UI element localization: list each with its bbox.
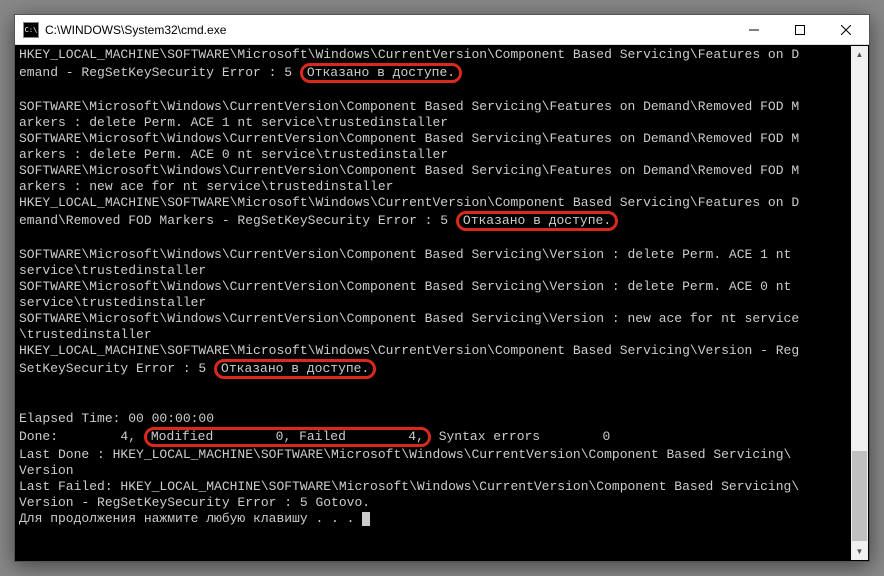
scroll-track[interactable] (851, 63, 868, 543)
scroll-thumb[interactable] (852, 451, 867, 541)
console-line: arkers : delete Perm. ACE 0 nt service\t… (19, 147, 448, 162)
last-done: Last Done : HKEY_LOCAL_MACHINE\SOFTWARE\… (19, 447, 791, 462)
console-line: service\trustedinstaller (19, 263, 206, 278)
stats-highlight: Modified 0, Failed 4, (144, 427, 431, 447)
cmd-icon (23, 22, 39, 38)
minimize-button[interactable] (731, 15, 777, 44)
maximize-button[interactable] (777, 15, 823, 44)
console-line: SOFTWARE\Microsoft\Windows\CurrentVersio… (19, 131, 799, 146)
syntax-errors: Syntax errors 0 (431, 429, 610, 444)
window-controls (731, 15, 869, 44)
cursor (362, 512, 370, 526)
console-line: emand - RegSetKeySecurity Error : 5 (19, 65, 292, 80)
last-done: Version (19, 463, 74, 478)
console-line: HKEY_LOCAL_MACHINE\SOFTWARE\Microsoft\Wi… (19, 47, 799, 62)
console-line: SOFTWARE\Microsoft\Windows\CurrentVersio… (19, 163, 799, 178)
press-any-key: Для продолжения нажмите любую клавишу . … (19, 511, 362, 526)
error-highlight: Отказано в доступе. (214, 359, 376, 379)
error-highlight: Отказано в доступе. (456, 211, 618, 231)
console-line: SOFTWARE\Microsoft\Windows\CurrentVersio… (19, 311, 799, 326)
console-line: arkers : delete Perm. ACE 1 nt service\t… (19, 115, 448, 130)
console-line: \trustedinstaller (19, 327, 152, 342)
scroll-down-button[interactable]: ▼ (851, 543, 868, 560)
console-output[interactable]: HKEY_LOCAL_MACHINE\SOFTWARE\Microsoft\Wi… (15, 45, 869, 561)
console-line: arkers : new ace for nt service\trustedi… (19, 179, 393, 194)
scrollbar[interactable]: ▲ ▼ (851, 46, 868, 560)
console-line: SOFTWARE\Microsoft\Windows\CurrentVersio… (19, 247, 799, 262)
error-highlight: Отказано в доступе. (300, 63, 462, 83)
close-button[interactable] (823, 15, 869, 44)
cmd-window: C:\WINDOWS\System32\cmd.exe HKEY_LOCAL_M… (14, 14, 870, 562)
console-line: SOFTWARE\Microsoft\Windows\CurrentVersio… (19, 99, 799, 114)
console-line: HKEY_LOCAL_MACHINE\SOFTWARE\Microsoft\Wi… (19, 343, 799, 358)
console-line: HKEY_LOCAL_MACHINE\SOFTWARE\Microsoft\Wi… (19, 195, 799, 210)
elapsed-time: Elapsed Time: 00 00:00:00 (19, 411, 214, 426)
scroll-up-button[interactable]: ▲ (851, 46, 868, 63)
window-title: C:\WINDOWS\System32\cmd.exe (45, 23, 731, 37)
last-failed: Last Failed: HKEY_LOCAL_MACHINE\SOFTWARE… (19, 479, 799, 494)
console-line: SOFTWARE\Microsoft\Windows\CurrentVersio… (19, 279, 799, 294)
last-failed: Version - RegSetKeySecurity Error : 5 Go… (19, 495, 370, 510)
console-line: service\trustedinstaller (19, 295, 206, 310)
titlebar[interactable]: C:\WINDOWS\System32\cmd.exe (15, 15, 869, 45)
done-label: Done: 4, (19, 429, 136, 444)
console-line: SetKeySecurity Error : 5 (19, 361, 206, 376)
console-line: emand\Removed FOD Markers - RegSetKeySec… (19, 213, 448, 228)
